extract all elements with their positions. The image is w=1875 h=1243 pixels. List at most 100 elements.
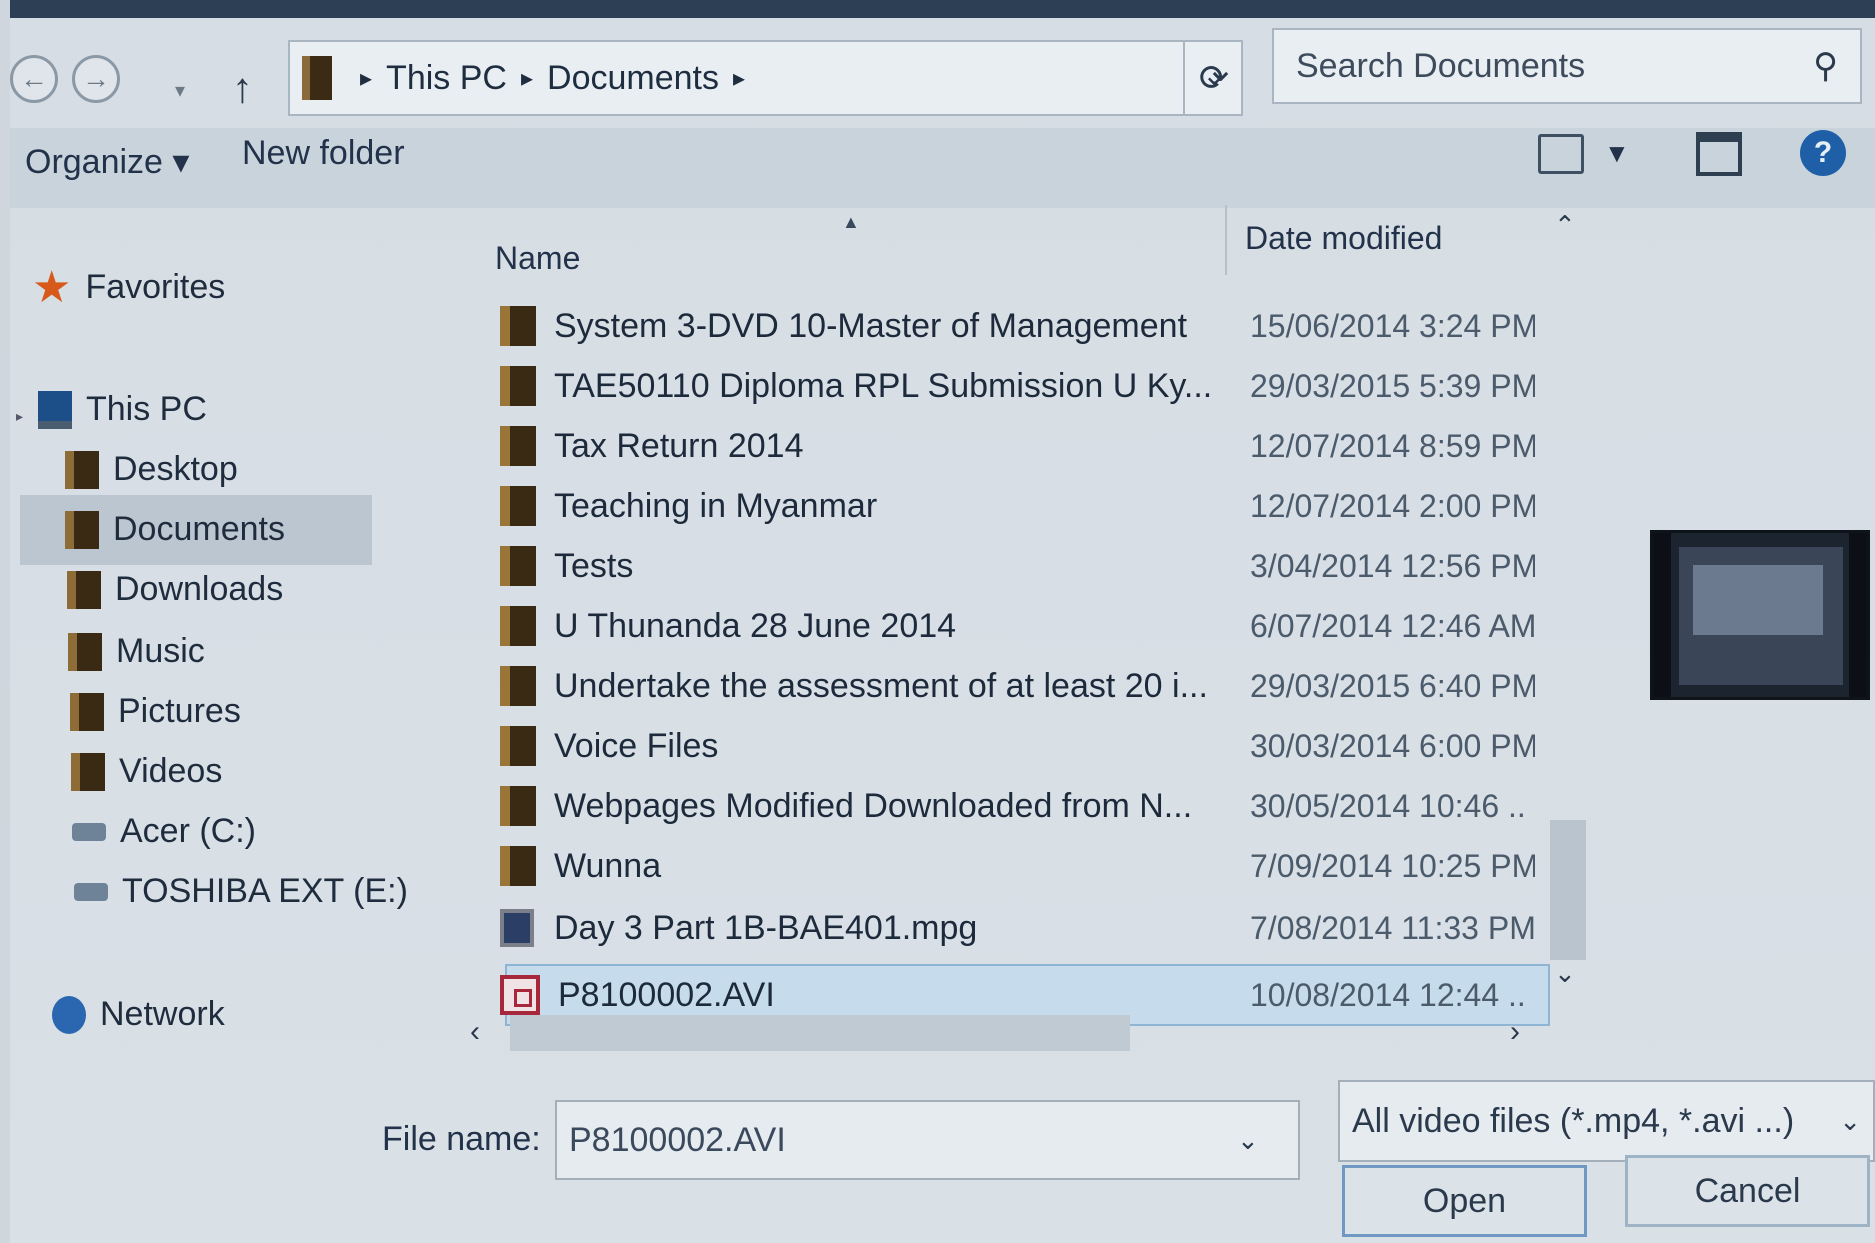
chevron-right-icon: ▸ bbox=[520, 64, 534, 92]
vertical-scrollbar[interactable]: ⌃ ⌄ bbox=[1550, 210, 1586, 1000]
column-header-date-modified[interactable]: Date modified bbox=[1245, 220, 1442, 257]
column-divider[interactable] bbox=[1225, 205, 1227, 275]
file-row[interactable]: Wunna 7/09/2014 10:25 PM bbox=[500, 838, 1550, 894]
address-bar[interactable]: ▸ This PC ▸ Documents ▸ ⌄ bbox=[288, 40, 1243, 116]
help-icon[interactable]: ? bbox=[1800, 130, 1846, 176]
scroll-thumb[interactable] bbox=[1550, 820, 1586, 960]
folder-icon bbox=[302, 56, 332, 100]
avi-file-icon bbox=[500, 975, 540, 1015]
change-view-icon[interactable] bbox=[1538, 134, 1584, 174]
horizontal-scrollbar[interactable]: ‹ › bbox=[470, 1015, 1555, 1051]
sidebar-item-downloads[interactable]: Downloads bbox=[67, 570, 283, 609]
sidebar-item-desktop[interactable]: Desktop bbox=[65, 450, 238, 489]
file-date: 29/03/2015 5:39 PM bbox=[1250, 367, 1535, 404]
sidebar-item-label: Downloads bbox=[115, 570, 284, 608]
file-row[interactable]: Day 3 Part 1B-BAE401.mpg 7/08/2014 11:33… bbox=[500, 900, 1550, 956]
file-name: Webpages Modified Downloaded from N... bbox=[554, 786, 1193, 825]
breadcrumb-this-pc[interactable]: This PC bbox=[386, 59, 507, 98]
file-row[interactable]: Voice Files 30/03/2014 6:00 PM bbox=[500, 718, 1550, 774]
chevron-right-icon: ▸ bbox=[360, 64, 373, 92]
chevron-right-icon[interactable]: ▸ bbox=[733, 64, 745, 93]
sidebar-item-network[interactable]: Network bbox=[52, 995, 225, 1034]
sidebar-item-acer-c[interactable]: Acer (C:) bbox=[72, 812, 256, 851]
back-button[interactable]: ← bbox=[10, 55, 58, 103]
sidebar-item-music[interactable]: Music bbox=[68, 632, 205, 671]
sidebar-item-this-pc[interactable]: This PC bbox=[38, 390, 207, 429]
file-row[interactable]: U Thunanda 28 June 2014 6/07/2014 12:46 … bbox=[500, 598, 1550, 654]
file-date: 7/09/2014 10:25 PM bbox=[1250, 847, 1535, 884]
videos-folder-icon bbox=[71, 752, 105, 791]
film-strip bbox=[1849, 533, 1867, 697]
sidebar-item-toshiba-e[interactable]: TOSHIBA EXT (E:) bbox=[74, 872, 408, 911]
sidebar-item-videos[interactable]: Videos bbox=[71, 752, 222, 791]
open-button[interactable]: Open bbox=[1342, 1165, 1587, 1237]
desktop-folder-icon bbox=[65, 450, 99, 489]
up-button[interactable]: ↑ bbox=[232, 64, 253, 112]
file-name-field[interactable]: ⌄ bbox=[555, 1100, 1300, 1180]
file-row[interactable]: TAE50110 Diploma RPL Submission U Ky... … bbox=[500, 358, 1550, 414]
breadcrumb-documents[interactable]: Documents bbox=[547, 59, 719, 98]
file-name: TAE50110 Diploma RPL Submission U Ky... bbox=[554, 366, 1213, 405]
file-name: Tests bbox=[554, 546, 634, 585]
search-icon[interactable]: ⚲ bbox=[1813, 46, 1838, 86]
scroll-thumb[interactable] bbox=[510, 1015, 1130, 1051]
video-preview-thumbnail bbox=[1650, 530, 1870, 700]
sidebar-item-label: Pictures bbox=[118, 692, 241, 730]
file-open-dialog: ← → ▾ ↑ ▸ This PC ▸ Documents ▸ ⌄ ⟳ Sear… bbox=[10, 0, 1875, 1243]
recent-locations-dropdown[interactable]: ▾ bbox=[175, 78, 185, 103]
file-row[interactable]: Undertake the assessment of at least 20 … bbox=[500, 658, 1550, 714]
scroll-down-icon[interactable]: ⌄ bbox=[1554, 958, 1576, 989]
file-name: Teaching in Myanmar bbox=[554, 486, 878, 525]
folder-icon bbox=[500, 426, 536, 466]
downloads-folder-icon bbox=[67, 570, 101, 609]
refresh-button[interactable]: ⟳ bbox=[1183, 40, 1243, 116]
file-row[interactable]: Teaching in Myanmar 12/07/2014 2:00 PM bbox=[500, 478, 1550, 534]
forward-button[interactable]: → bbox=[72, 55, 120, 103]
file-date: 10/08/2014 12:44 .. bbox=[1250, 976, 1526, 1013]
file-row[interactable]: Tests 3/04/2014 12:56 PM bbox=[500, 538, 1550, 594]
preview-pane-icon[interactable] bbox=[1696, 132, 1742, 176]
folder-icon bbox=[500, 546, 536, 586]
file-row[interactable]: Tax Return 2014 12/07/2014 8:59 PM bbox=[500, 418, 1550, 474]
breadcrumb: ▸ This PC ▸ Documents ▸ bbox=[346, 59, 759, 98]
scroll-left-icon[interactable]: ‹ bbox=[470, 1015, 480, 1049]
file-row[interactable]: System 3-DVD 10-Master of Management 15/… bbox=[500, 298, 1550, 354]
computer-icon bbox=[38, 390, 72, 429]
sidebar-item-favorites[interactable]: ★ Favorites bbox=[32, 262, 226, 312]
file-name: P8100002.AVI bbox=[558, 975, 775, 1014]
view-options-dropdown[interactable]: ▼ bbox=[1604, 138, 1630, 169]
chevron-down-icon[interactable]: ⌄ bbox=[1237, 1125, 1259, 1156]
cancel-button[interactable]: Cancel bbox=[1625, 1155, 1870, 1227]
drive-icon bbox=[72, 822, 106, 841]
folder-icon bbox=[500, 726, 536, 766]
chevron-down-icon[interactable]: ⌄ bbox=[1839, 1106, 1861, 1137]
scroll-up-icon[interactable]: ⌃ bbox=[1554, 210, 1576, 241]
expand-icon[interactable]: ▸ bbox=[16, 408, 23, 425]
file-type-value: All video files (*.mp4, *.avi ...) bbox=[1352, 1101, 1795, 1140]
file-date: 6/07/2014 12:46 AM bbox=[1250, 607, 1535, 644]
scroll-right-icon[interactable]: › bbox=[1510, 1015, 1520, 1049]
sidebar-item-pictures[interactable]: Pictures bbox=[70, 692, 241, 731]
sidebar-item-label: Documents bbox=[113, 510, 285, 548]
search-input[interactable]: Search Documents bbox=[1296, 47, 1813, 86]
column-header-name[interactable]: Name bbox=[495, 240, 580, 277]
new-folder-button[interactable]: New folder bbox=[242, 134, 405, 173]
file-date: 29/03/2015 6:40 PM bbox=[1250, 667, 1535, 704]
file-date: 15/06/2014 3:24 PM bbox=[1250, 307, 1535, 344]
file-name: U Thunanda 28 June 2014 bbox=[554, 606, 957, 645]
folder-icon bbox=[500, 366, 536, 406]
file-name: Tax Return 2014 bbox=[554, 426, 804, 465]
sidebar-item-label: Network bbox=[100, 995, 225, 1033]
file-name-input[interactable] bbox=[557, 1120, 1237, 1160]
star-icon: ★ bbox=[32, 262, 72, 312]
organize-button[interactable]: Organize ▾ bbox=[25, 142, 189, 182]
file-name-label: File name: bbox=[382, 1120, 541, 1158]
file-row[interactable]: Webpages Modified Downloaded from N... 3… bbox=[500, 778, 1550, 834]
sidebar-item-label: TOSHIBA EXT (E:) bbox=[122, 872, 408, 910]
search-box[interactable]: Search Documents ⚲ bbox=[1272, 28, 1862, 104]
file-name: System 3-DVD 10-Master of Management bbox=[554, 306, 1188, 345]
sidebar-item-label: Favorites bbox=[85, 268, 226, 306]
sort-ascending-icon: ▲ bbox=[842, 212, 860, 232]
sidebar-item-documents[interactable]: Documents bbox=[65, 510, 285, 549]
file-type-select[interactable]: All video files (*.mp4, *.avi ...) ⌄ bbox=[1338, 1080, 1875, 1162]
